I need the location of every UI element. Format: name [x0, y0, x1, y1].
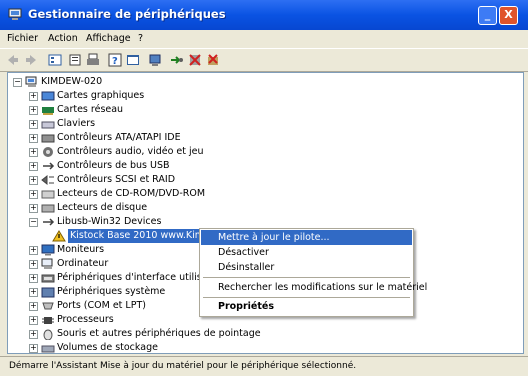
expand-toggle[interactable]: +	[29, 288, 38, 297]
device-manager-icon	[8, 8, 22, 20]
properties-icon[interactable]	[68, 53, 82, 67]
keyboard-icon	[41, 121, 55, 129]
menu-separator	[203, 297, 410, 298]
storage-volume-icon	[41, 345, 55, 353]
menu-item-disable[interactable]: Désactiver	[201, 245, 412, 260]
properties-label: Propriétés	[218, 301, 274, 312]
usb-icon	[43, 162, 55, 170]
expand-toggle[interactable]: +	[29, 162, 38, 171]
title-bar[interactable]: Gestionnaire de périphériques _ X	[0, 0, 528, 30]
disable-label: Désactiver	[218, 247, 269, 258]
svg-text:?: ?	[112, 56, 118, 67]
audio-icon	[43, 147, 53, 157]
tree-item-label: Volumes de stockage	[57, 342, 158, 353]
menu-fichier[interactable]: Fichier	[7, 33, 38, 44]
tree-item-label: Ports (COM et LPT)	[57, 300, 146, 311]
port-icon	[42, 302, 54, 310]
monitor-icon	[41, 244, 55, 256]
mouse-icon	[43, 329, 53, 340]
tree-item-label: Moniteurs	[57, 244, 105, 255]
tree-item-label: Périphériques système	[57, 286, 166, 297]
expand-toggle[interactable]: +	[29, 344, 38, 353]
menu-item-scan-hardware[interactable]: Rechercher les modifications sur le maté…	[201, 280, 427, 295]
root-label: KIMDEW-020	[41, 76, 103, 87]
expand-toggle[interactable]: +	[29, 176, 38, 185]
processor-icon	[42, 317, 54, 324]
expand-toggle[interactable]: +	[29, 246, 38, 255]
warning-device-icon	[52, 230, 66, 242]
tree-item-label: Contrôleurs audio, vidéo et jeu	[57, 146, 204, 157]
expand-toggle[interactable]: +	[29, 330, 38, 339]
menu-bar: Fichier Action Affichage ?	[0, 30, 528, 48]
tree-item-label: Contrôleurs ATA/ATAPI IDE	[57, 132, 181, 143]
expand-toggle[interactable]: +	[29, 190, 38, 199]
tree-item-label: Libusb-Win32 Devices	[57, 216, 162, 227]
system-device-icon	[41, 287, 55, 298]
uninstall-label: Désinstaller	[218, 262, 275, 273]
tree-item-label: Ordinateur	[57, 258, 109, 269]
minimize-button[interactable]: _	[478, 6, 497, 25]
update-driver-label: Mettre à jour le pilote...	[218, 232, 330, 243]
tree-item-label: Contrôleurs SCSI et RAID	[57, 174, 176, 185]
uninstall-icon[interactable]	[206, 53, 220, 67]
hid-icon	[41, 274, 55, 283]
scsi-icon	[41, 174, 54, 186]
expand-toggle[interactable]: +	[29, 106, 38, 115]
context-menu: Mettre à jour le pilote... Désactiver Dé…	[199, 228, 427, 317]
expand-toggle[interactable]: +	[29, 134, 38, 143]
device-manager-window: Gestionnaire de périphériques _ X Fichie…	[0, 0, 528, 376]
close-button[interactable]: X	[499, 6, 518, 25]
menu-help[interactable]: ?	[138, 33, 143, 44]
expand-toggle[interactable]: +	[29, 148, 38, 157]
computer-icon	[41, 258, 53, 269]
scan-hardware-icon[interactable]	[148, 53, 162, 67]
print-icon[interactable]	[86, 53, 100, 67]
expand-toggle[interactable]: +	[29, 92, 38, 101]
help-icon[interactable]: ?	[108, 53, 122, 67]
collapse-toggle[interactable]: −	[13, 78, 22, 87]
menu-item-properties[interactable]: Propriétés	[201, 299, 412, 314]
display-adapter-icon	[41, 91, 55, 101]
tree-item-label: Cartes réseau	[57, 104, 124, 115]
tree-item-label: Lecteurs de disque	[57, 202, 148, 213]
status-text: Démarre l'Assistant Mise à jour du matér…	[9, 361, 357, 371]
menu-affichage[interactable]: Affichage	[86, 33, 131, 44]
menu-action[interactable]: Action	[48, 33, 78, 44]
update-driver-icon[interactable]	[170, 53, 184, 67]
expand-toggle[interactable]: +	[29, 120, 38, 129]
tree-item-label: Cartes graphiques	[57, 90, 145, 101]
computer-icon	[25, 76, 37, 87]
forward-icon[interactable]	[24, 53, 38, 67]
menu-item-update-driver[interactable]: Mettre à jour le pilote...	[201, 230, 412, 245]
scan-hardware-label: Rechercher les modifications sur le maté…	[218, 282, 428, 293]
window-title: Gestionnaire de périphériques	[28, 7, 226, 21]
toolbar: ?	[0, 48, 528, 72]
collapse-toggle[interactable]: −	[29, 218, 38, 227]
disable-icon[interactable]	[188, 53, 202, 67]
menu-separator	[203, 277, 410, 278]
ide-controller-icon	[41, 134, 55, 143]
status-bar: Démarre l'Assistant Mise à jour du matér…	[0, 356, 528, 376]
usb-icon	[43, 218, 55, 226]
cdrom-icon	[41, 190, 55, 199]
menu-item-uninstall[interactable]: Désinstaller	[201, 260, 412, 275]
disk-drive-icon	[41, 204, 55, 213]
tree-item-label: Processeurs	[57, 314, 114, 325]
back-icon[interactable]	[6, 53, 20, 67]
expand-toggle[interactable]: +	[29, 204, 38, 213]
tree-item-label: Claviers	[57, 118, 96, 129]
expand-toggle[interactable]: +	[29, 274, 38, 283]
console-icon[interactable]	[126, 53, 140, 67]
expand-toggle[interactable]: +	[29, 316, 38, 325]
network-adapter-icon	[42, 107, 54, 115]
tree-item-label: Souris et autres périphériques de pointa…	[57, 328, 261, 339]
view-icon[interactable]	[48, 53, 62, 67]
expand-toggle[interactable]: +	[29, 260, 38, 269]
expand-toggle[interactable]: +	[29, 302, 38, 311]
tree-item-label: Contrôleurs de bus USB	[57, 160, 170, 171]
tree-item-label: Lecteurs de CD-ROM/DVD-ROM	[57, 188, 206, 199]
